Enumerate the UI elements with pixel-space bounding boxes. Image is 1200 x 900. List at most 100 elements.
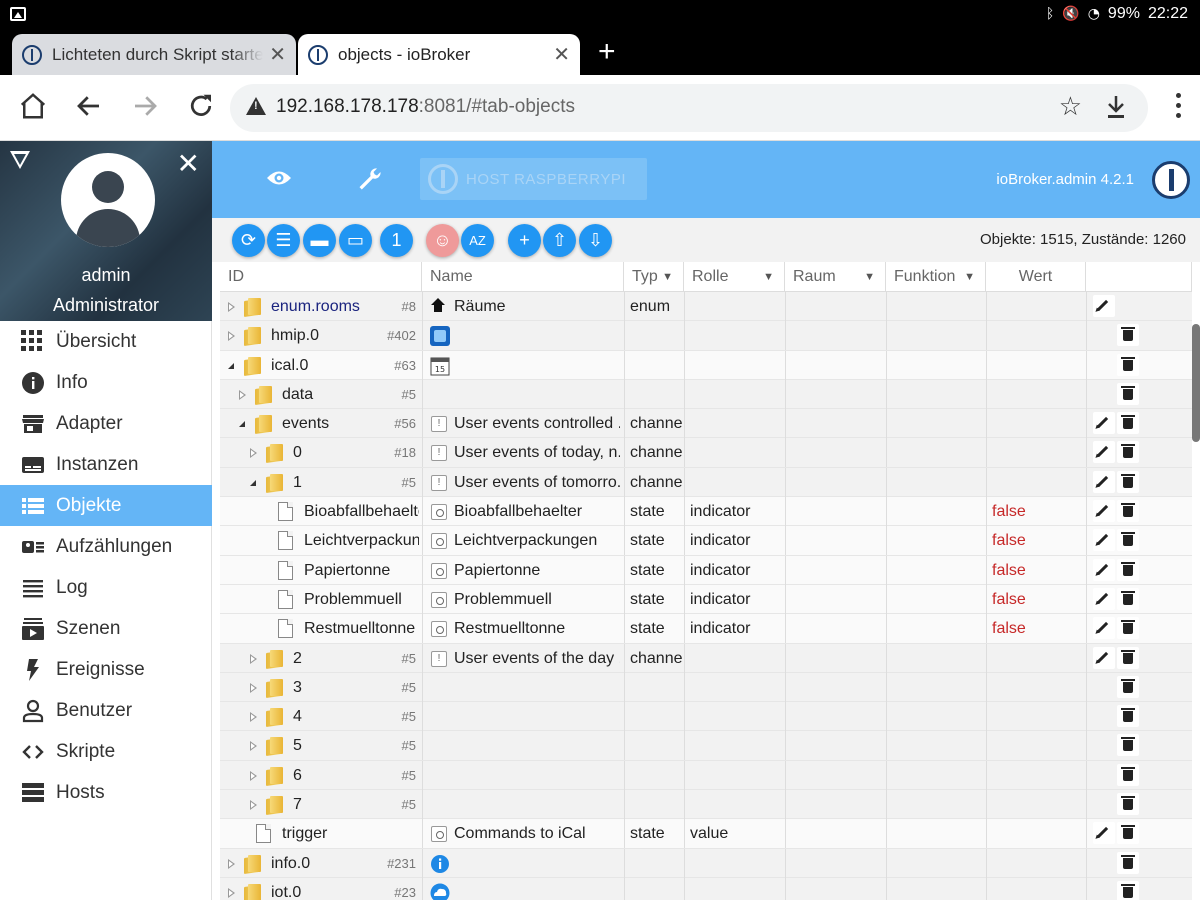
wrench-icon[interactable] — [356, 165, 384, 193]
url-bar[interactable]: 192.168.178.178:8081/#tab-objects ☆ — [230, 84, 1148, 132]
column-header-rolle[interactable]: Rolle ▼ — [684, 262, 785, 292]
browser-tab-inactive[interactable]: Lichteten durch Skript starten ✕ — [12, 34, 296, 75]
browser-tab-active[interactable]: objects - ioBroker ✕ — [298, 34, 580, 75]
list-view-button[interactable]: ☰ — [267, 224, 300, 257]
add-object-button[interactable]: + — [508, 224, 541, 257]
object-value[interactable]: false — [992, 497, 1082, 526]
sidebar-item-adapter[interactable]: Adapter — [0, 403, 212, 444]
object-value[interactable] — [992, 468, 1082, 497]
object-value[interactable] — [992, 644, 1082, 673]
object-value[interactable]: false — [992, 585, 1082, 614]
object-id[interactable]: Restmuelltonne — [304, 614, 419, 643]
column-header-funktion[interactable]: Funktion ▼ — [886, 262, 986, 292]
browser-menu-icon[interactable] — [1176, 93, 1182, 123]
table-row[interactable]: hmip.0 #402 — [220, 321, 1192, 351]
host-selector[interactable]: HOST RASPBERRYPI — [420, 158, 647, 200]
eye-icon[interactable] — [266, 169, 292, 187]
table-row[interactable]: trigger Commands to iCal state value — [220, 819, 1192, 849]
collapse-toggle-icon[interactable] — [228, 362, 234, 369]
edit-button[interactable] — [1093, 500, 1115, 523]
expand-toggle-icon[interactable] — [250, 448, 257, 459]
object-value[interactable] — [992, 790, 1082, 819]
object-value[interactable]: false — [992, 556, 1082, 585]
edit-button[interactable] — [1093, 617, 1115, 640]
edit-button[interactable] — [1093, 558, 1115, 581]
not-secure-warning-icon[interactable] — [246, 97, 266, 115]
table-row[interactable]: 1 #5! User events of tomorro... channel — [220, 467, 1192, 498]
object-value[interactable] — [992, 761, 1082, 790]
expert-mode-button[interactable]: ☺ — [426, 224, 459, 257]
delete-button[interactable] — [1117, 382, 1139, 405]
delete-button[interactable] — [1117, 793, 1139, 816]
sidebar-item-hosts[interactable]: Hosts — [0, 772, 212, 813]
table-row[interactable]: Leichtverpackungen Leichtverpackungen stat… — [220, 526, 1192, 556]
object-value[interactable] — [992, 351, 1082, 380]
delete-button[interactable] — [1117, 705, 1139, 728]
delete-button[interactable] — [1117, 734, 1139, 757]
object-id[interactable]: Bioabfallbehaelter — [304, 497, 419, 526]
expand-toggle-icon[interactable] — [228, 887, 235, 898]
filter-dropdown-icon[interactable]: ▼ — [964, 262, 975, 292]
delete-button[interactable] — [1117, 675, 1139, 698]
table-row[interactable]: events #56! User events controlled ... chan… — [220, 409, 1192, 439]
sidebar-item-ereignisse[interactable]: Ereignisse — [0, 649, 212, 690]
edit-button[interactable] — [1093, 441, 1115, 464]
table-row[interactable]: Problemmuell Problemmuell state indicator fa… — [220, 584, 1192, 615]
sort-az-button[interactable]: AZ — [461, 224, 494, 257]
delete-button[interactable] — [1117, 470, 1139, 493]
edit-button[interactable] — [1093, 470, 1115, 493]
object-value[interactable]: false — [992, 526, 1082, 555]
table-row[interactable]: ical.0 #63 15 — [220, 350, 1192, 380]
close-drawer-icon[interactable]: ✕ — [177, 147, 200, 180]
close-tab-icon[interactable]: ✕ — [269, 42, 286, 67]
table-row[interactable]: 5 #5 — [220, 731, 1192, 761]
expand-toggle-icon[interactable] — [250, 741, 257, 752]
expand-toggle-icon[interactable] — [250, 800, 257, 811]
new-tab-button[interactable]: + — [598, 37, 616, 67]
object-id[interactable]: Problemmuell — [304, 585, 419, 614]
expand-toggle-icon[interactable] — [250, 770, 257, 781]
download-button[interactable]: ⇩ — [579, 224, 612, 257]
table-row[interactable]: Papiertonne Papiertonne state indicator fals… — [220, 555, 1192, 585]
table-row[interactable]: 3 #5 — [220, 672, 1192, 703]
edit-button[interactable] — [1093, 295, 1115, 317]
delete-button[interactable] — [1117, 646, 1139, 669]
object-value[interactable] — [992, 673, 1082, 702]
delete-button[interactable] — [1117, 500, 1139, 523]
download-icon[interactable] — [1104, 94, 1128, 120]
sidebar-item-instanzen[interactable]: Instanzen — [0, 444, 212, 485]
column-header-id[interactable]: ID — [220, 262, 422, 292]
home-button[interactable] — [16, 91, 50, 125]
table-row[interactable]: enum.rooms #8 Räume enum — [220, 292, 1192, 322]
sidebar-item-benutzer[interactable]: Benutzer — [0, 690, 212, 731]
object-id[interactable]: trigger — [282, 819, 419, 848]
scrollbar[interactable] — [1192, 324, 1200, 442]
table-row[interactable]: 4 #5 — [220, 702, 1192, 732]
edit-button[interactable] — [1093, 822, 1115, 845]
edit-button[interactable] — [1093, 646, 1115, 669]
filter-dropdown-icon[interactable]: ▼ — [763, 262, 774, 292]
sidebar-item-skripte[interactable]: Skripte — [0, 731, 212, 772]
column-header-raum[interactable]: Raum ▼ — [785, 262, 886, 292]
table-row[interactable]: 7 #5 — [220, 790, 1192, 820]
column-header-wert[interactable]: Wert — [986, 262, 1086, 292]
object-value[interactable] — [992, 878, 1082, 900]
object-value[interactable] — [992, 292, 1082, 321]
object-value[interactable] — [992, 409, 1082, 438]
table-row[interactable]: Bioabfallbehaelter Bioabfallbehaelter stat… — [220, 497, 1192, 527]
collapse-toggle-icon[interactable] — [239, 421, 245, 428]
delete-button[interactable] — [1117, 851, 1139, 874]
delete-button[interactable] — [1117, 587, 1139, 610]
url-text[interactable]: 192.168.178.178:8081/#tab-objects — [276, 96, 575, 118]
table-row[interactable]: 0 #18! User events of today, n... channel — [220, 438, 1192, 468]
delete-button[interactable] — [1117, 529, 1139, 552]
object-id[interactable]: Papiertonne — [304, 556, 419, 585]
sidebar-item-übersicht[interactable]: Übersicht — [0, 321, 212, 362]
delete-button[interactable] — [1117, 441, 1139, 464]
table-row[interactable]: data #5 — [220, 379, 1192, 410]
delete-button[interactable] — [1117, 353, 1139, 376]
object-value[interactable] — [992, 321, 1082, 350]
object-value[interactable] — [992, 438, 1082, 467]
level-button[interactable]: 1 — [380, 224, 413, 257]
object-value[interactable] — [992, 849, 1082, 878]
